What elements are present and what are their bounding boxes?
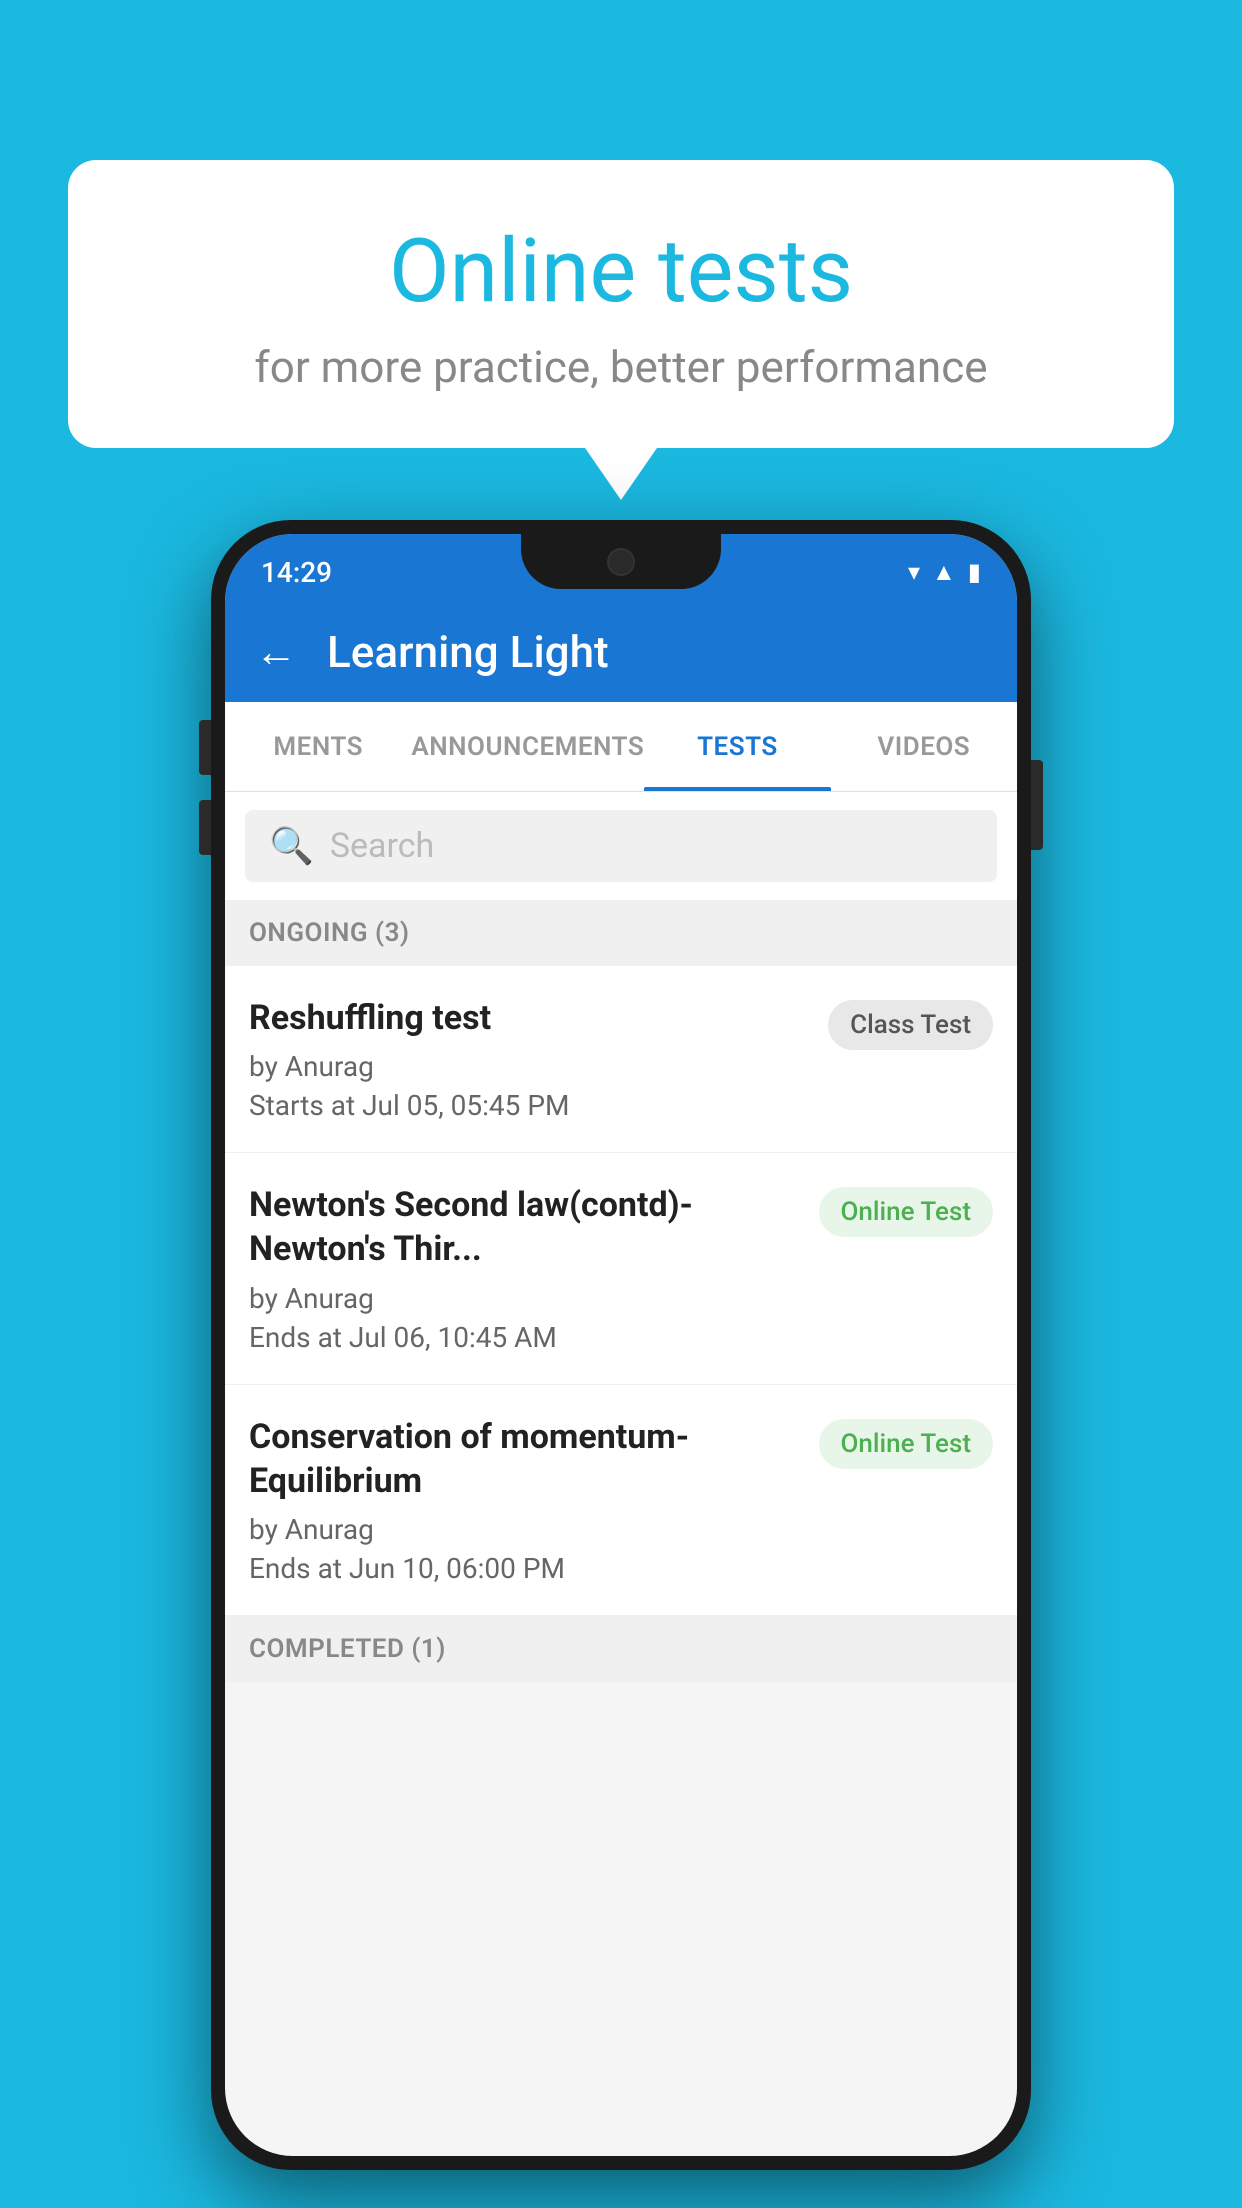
search-bar[interactable]: 🔍 Search bbox=[245, 810, 997, 882]
test-by-2: by Anurag bbox=[249, 1282, 799, 1315]
search-input[interactable]: Search bbox=[330, 826, 434, 866]
promo-bubble: Online tests for more practice, better p… bbox=[68, 160, 1174, 448]
status-time: 14:29 bbox=[261, 556, 332, 589]
tab-announcements[interactable]: ANNOUNCEMENTS bbox=[411, 702, 644, 791]
search-container: 🔍 Search bbox=[225, 792, 1017, 900]
ongoing-section-header: ONGOING (3) bbox=[225, 900, 1017, 966]
test-date-2: Ends at Jul 06, 10:45 AM bbox=[249, 1321, 799, 1354]
wifi-icon: ▾ bbox=[908, 558, 920, 586]
tab-tests[interactable]: TESTS bbox=[644, 702, 830, 791]
test-date-3: Ends at Jun 10, 06:00 PM bbox=[249, 1552, 799, 1585]
test-name-1: Reshuffling test bbox=[249, 996, 808, 1040]
phone-mockup: 14:29 ▾ ▲ ▮ ← Learning Light MENTS ANNOU… bbox=[211, 520, 1031, 2170]
test-badge-1: Class Test bbox=[828, 1000, 993, 1050]
app-title: Learning Light bbox=[327, 626, 609, 678]
tab-bar: MENTS ANNOUNCEMENTS TESTS VIDEOS bbox=[225, 702, 1017, 792]
test-badge-3: Online Test bbox=[819, 1419, 994, 1469]
bubble-subtitle: for more practice, better performance bbox=[118, 341, 1124, 393]
test-date-1: Starts at Jul 05, 05:45 PM bbox=[249, 1089, 808, 1122]
volume-down-button bbox=[199, 800, 211, 855]
test-item-3[interactable]: Conservation of momentum-Equilibrium by … bbox=[225, 1385, 1017, 1616]
tab-ments[interactable]: MENTS bbox=[225, 702, 411, 791]
test-badge-2: Online Test bbox=[819, 1187, 994, 1237]
back-button[interactable]: ← bbox=[255, 628, 297, 677]
tab-videos[interactable]: VIDEOS bbox=[831, 702, 1017, 791]
test-by-3: by Anurag bbox=[249, 1513, 799, 1546]
test-item-2[interactable]: Newton's Second law(contd)-Newton's Thir… bbox=[225, 1153, 1017, 1384]
test-by-1: by Anurag bbox=[249, 1050, 808, 1083]
status-icons: ▾ ▲ ▮ bbox=[908, 558, 981, 587]
test-item-1[interactable]: Reshuffling test by Anurag Starts at Jul… bbox=[225, 966, 1017, 1153]
front-camera bbox=[607, 548, 635, 576]
phone-frame: 14:29 ▾ ▲ ▮ ← Learning Light MENTS ANNOU… bbox=[211, 520, 1031, 2170]
search-icon: 🔍 bbox=[269, 825, 314, 867]
app-bar: ← Learning Light bbox=[225, 602, 1017, 702]
bubble-title: Online tests bbox=[118, 220, 1124, 323]
test-name-3: Conservation of momentum-Equilibrium bbox=[249, 1415, 799, 1503]
signal-icon: ▲ bbox=[932, 558, 956, 587]
test-info-3: Conservation of momentum-Equilibrium by … bbox=[249, 1415, 819, 1585]
test-list: Reshuffling test by Anurag Starts at Jul… bbox=[225, 966, 1017, 1616]
volume-up-button bbox=[199, 720, 211, 775]
power-button bbox=[1031, 760, 1043, 850]
test-info-2: Newton's Second law(contd)-Newton's Thir… bbox=[249, 1183, 819, 1353]
test-info-1: Reshuffling test by Anurag Starts at Jul… bbox=[249, 996, 828, 1122]
phone-notch bbox=[521, 534, 721, 589]
battery-icon: ▮ bbox=[968, 558, 981, 586]
test-name-2: Newton's Second law(contd)-Newton's Thir… bbox=[249, 1183, 799, 1271]
completed-section-header: COMPLETED (1) bbox=[225, 1616, 1017, 1682]
phone-screen: 14:29 ▾ ▲ ▮ ← Learning Light MENTS ANNOU… bbox=[225, 534, 1017, 2156]
